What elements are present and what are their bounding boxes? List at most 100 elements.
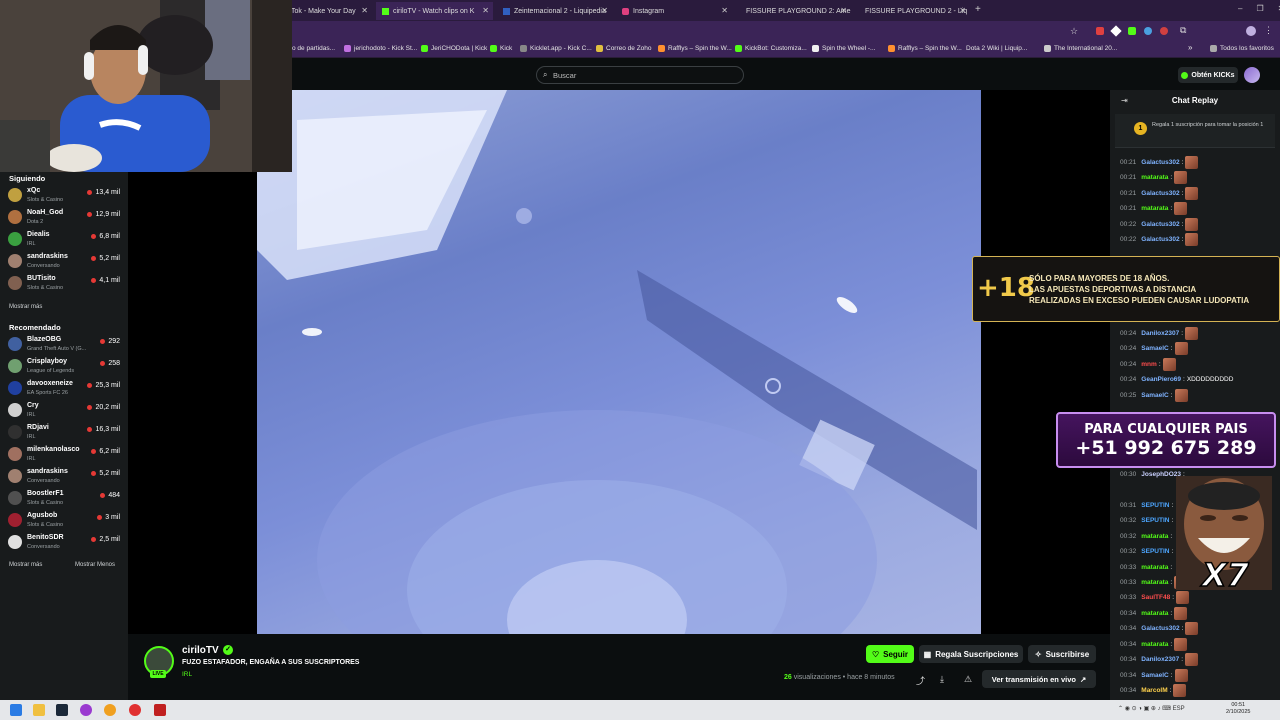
sidebar-channel[interactable]: BoostlerF1 Slots & Casino 484 [8,489,122,510]
chat-message[interactable]: 00:32 SEPUTIN: [1120,544,1173,558]
bookmark[interactable]: jerichodoto - Kick St... [344,45,417,52]
sidebar-channel[interactable]: RDjavi IRL 16,3 mil [8,423,122,444]
chrome-icon[interactable] [104,704,116,716]
download-icon[interactable]: ⤓ [940,674,944,685]
browser-tab[interactable]: Zeinternacional 2 - Liquipedia ✕ [497,2,612,20]
bookmark[interactable]: Spin the Wheel -... [812,45,875,52]
star-icon[interactable]: ☆ [1070,26,1078,37]
close-icon[interactable]: ✕ [601,6,608,15]
bookmark[interactable]: JeriCHODota | Kick [421,45,487,52]
sidebar-channel[interactable]: milenkanolasco IRL 6,2 mil [8,445,122,466]
sidebar-channel[interactable]: xQc Slots & Casino 13,4 mil [8,186,122,207]
message-username[interactable]: GeanPiero69 [1141,376,1181,383]
extension-icon[interactable] [1128,27,1136,35]
chat-message[interactable]: 00:21 Galactus302: [1120,155,1199,169]
browser-tab-active[interactable]: ciriloTV - Watch clips on K ✕ [376,2,493,20]
chat-message[interactable]: 00:33 SaulTF48: [1120,590,1189,604]
clock[interactable]: 00:51 2/10/2025 [1226,702,1250,716]
message-username[interactable]: Galactus302 [1141,190,1179,197]
tray-icons[interactable]: ⌃ ◉ ⊙ ◑ ▣ ⊕ ♪ ⌨ [1118,706,1173,712]
app-icon[interactable] [154,704,166,716]
folder-icon[interactable] [33,704,45,716]
bookmark[interactable]: KickBot: Customiza... [735,45,807,52]
message-username[interactable]: mnm [1141,361,1157,368]
message-username[interactable]: SEPUTIN [1141,502,1169,509]
subscribe-button[interactable]: ✧ Suscribirse [1028,645,1096,663]
browser-tab[interactable]: FISSURE PLAYGROUND 2 - Liq ✕ [855,2,970,20]
steam-icon[interactable] [56,704,68,716]
browser-tab[interactable]: FISSURE PLAYGROUND 2: Ame ✕ [736,2,851,20]
warning-icon[interactable]: ⚠ [964,674,972,685]
menu-icon[interactable]: ⋮ [1264,25,1273,36]
all-favorites[interactable]: Todos los favoritos [1210,45,1274,52]
close-icon[interactable]: ✕ [959,6,966,15]
sidebar-channel[interactable]: Diealis IRL 6,8 mil [8,230,122,251]
new-tab-button[interactable]: + [975,4,981,15]
avatar[interactable] [1246,26,1256,36]
message-username[interactable]: Galactus302 [1141,625,1179,632]
sidebar-channel[interactable]: sandraskins Conversando 5,2 mil [8,467,122,488]
puzzle-icon[interactable]: ⧉ [1180,25,1186,36]
message-username[interactable]: SEPUTIN [1141,517,1169,524]
language-indicator[interactable]: ESP [1173,706,1185,712]
message-username[interactable]: Galactus302 [1141,159,1179,166]
browser-icon[interactable] [80,704,92,716]
chat-message[interactable]: 00:24 Danilox2307: [1120,326,1199,340]
sidebar-channel[interactable]: BlazeOBG Grand Theft Auto V (G... 292 [8,335,122,356]
message-username[interactable]: matarata [1141,205,1168,212]
bookmark[interactable]: Dota 2 Wiki | Liquip... [966,45,1027,52]
message-username[interactable]: SEPUTIN [1141,548,1169,555]
watch-live-button[interactable]: Ver transmisión en vivo ↗ [982,670,1096,688]
chat-message[interactable]: 00:34 matarata: [1120,606,1188,620]
extension-icon[interactable] [1144,27,1152,35]
message-username[interactable]: SaulTF48 [1141,594,1170,601]
chat-message[interactable]: 00:25 SamaelC: [1120,388,1188,402]
chat-message[interactable]: 00:21 matarata: [1120,201,1188,215]
message-username[interactable]: Danilox2307 [1141,330,1179,337]
chat-message[interactable]: 00:24 GeanPiero69: XDDDDDDDDD [1120,372,1233,386]
message-username[interactable]: SamaelC [1141,345,1168,352]
chat-message[interactable]: 00:34 matarata: [1120,637,1188,651]
bookmark[interactable]: Rafflys – Spin the W... [658,45,732,52]
chat-message[interactable]: 00:34 MarcolM: [1120,683,1187,697]
chat-message[interactable]: 00:34 SamaelC: [1120,668,1188,682]
message-username[interactable]: Danilox2307 [1141,656,1179,663]
message-username[interactable]: SamaelC [1141,672,1168,679]
chat-message[interactable]: 00:21 matarata: [1120,170,1188,184]
sidebar-channel[interactable]: sandraskins Conversando 5,2 mil [8,252,122,273]
channel-name[interactable]: ciriloTV [182,645,219,656]
message-username[interactable]: matarata [1141,641,1168,648]
minimize-button[interactable]: – [1238,4,1242,13]
chat-message[interactable]: 00:24 mnm: [1120,357,1176,371]
bookmark[interactable]: o de partidas... [292,45,335,52]
start-icon[interactable] [10,704,22,716]
sidebar-channel[interactable]: davooxeneize EA Sports FC 26 25,3 mil [8,379,122,400]
close-icon[interactable]: ✕ [482,6,489,15]
follow-button[interactable]: ♡ Seguir [866,645,914,663]
message-username[interactable]: SamaelC [1141,392,1168,399]
sidebar-channel[interactable]: Agusbob Slots & Casino 3 mil [8,511,122,532]
close-icon[interactable]: ✕ [361,6,368,15]
search-input[interactable]: ⌕ Buscar [536,66,744,84]
message-username[interactable]: matarata [1141,174,1168,181]
extension-icon[interactable] [1160,27,1168,35]
video-player[interactable] [257,90,981,634]
extension-icon[interactable] [1110,25,1122,37]
bookmark[interactable]: Correo de Zoho [596,45,652,52]
show-more-button[interactable]: Mostrar más [9,304,42,310]
chat-message[interactable]: 00:24 SamaelC: [1120,341,1188,355]
chat-message[interactable]: 00:33 matarata: [1120,560,1172,574]
message-username[interactable]: Galactus302 [1141,221,1179,228]
browser-tab[interactable]: Instagram ✕ [616,2,732,20]
maximize-button[interactable]: ❐ [1256,4,1263,13]
message-username[interactable]: matarata [1141,579,1168,586]
message-username[interactable]: MarcolM [1141,687,1167,694]
chat-message[interactable]: 00:32 matarata: [1120,529,1172,543]
show-more-button[interactable]: Mostrar más [9,562,42,568]
get-kicks-button[interactable]: Obtén KICKs [1178,67,1238,83]
app-icon[interactable] [129,704,141,716]
sidebar-channel[interactable]: NoaH_God Dota 2 12,9 mil [8,208,122,229]
message-username[interactable]: matarata [1141,610,1168,617]
chat-message[interactable]: 00:31 SEPUTIN: [1120,498,1173,512]
sidebar-channel[interactable]: Crisplayboy League of Legends 258 [8,357,122,378]
